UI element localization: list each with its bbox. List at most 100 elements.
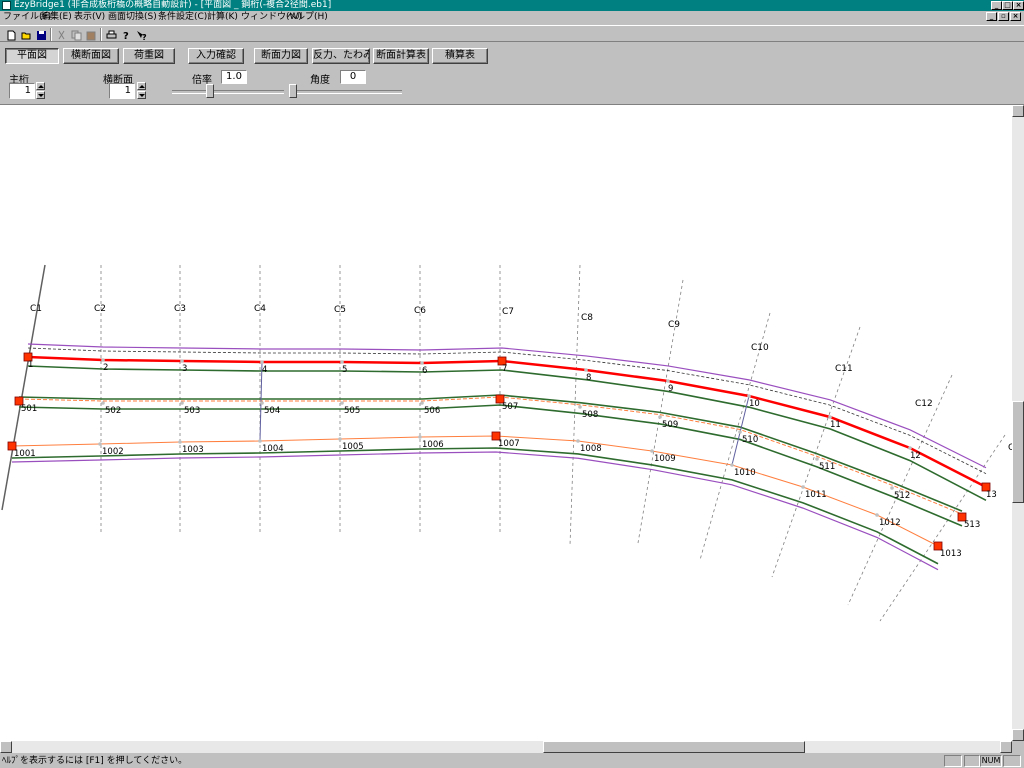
plan-drawing[interactable]: C1 C2 C3 C4 C5 C6 C7C8C9C10C11C12C1 2 3 4 5 6 789101… <box>0 105 1012 741</box>
node-label: 512 <box>894 491 910 501</box>
mdi-close-button[interactable]: × <box>1010 12 1021 21</box>
control-bar: 主桁 1 横断面 1 倍率 1.0 角度 0 <box>0 67 1024 104</box>
copy-icon[interactable] <box>69 28 83 41</box>
node-point[interactable] <box>420 361 424 365</box>
node-label: 1001 <box>14 449 36 459</box>
node-label: 7 <box>502 364 507 374</box>
app-icon <box>2 1 11 10</box>
node-point[interactable] <box>260 401 264 405</box>
menu-conditions[interactable]: 条件設定(C) <box>158 11 207 24</box>
node-label: 1010 <box>734 468 756 478</box>
node-label: 8 <box>586 373 591 383</box>
scale-slider-track[interactable] <box>172 90 284 94</box>
node-point[interactable] <box>747 394 751 398</box>
node-point[interactable] <box>908 446 912 450</box>
node-point[interactable] <box>576 439 580 443</box>
vertical-scrollbar[interactable] <box>1012 105 1024 741</box>
open-icon[interactable] <box>19 28 33 41</box>
cross-section-spin-up[interactable] <box>137 82 146 90</box>
scroll-down-button[interactable] <box>1012 729 1024 741</box>
angle-slider-track[interactable] <box>290 90 402 94</box>
deck-edge-bottom <box>11 451 939 571</box>
view-button-section-calc[interactable]: 断面計算表 <box>373 48 429 64</box>
new-icon[interactable] <box>4 28 18 41</box>
view-button-estimate[interactable]: 積算表 <box>432 48 488 64</box>
cross-section-spin-down[interactable] <box>137 91 146 99</box>
node-point[interactable] <box>340 401 344 405</box>
node-point[interactable] <box>658 415 662 419</box>
node-point[interactable] <box>101 401 105 405</box>
node-point[interactable] <box>98 442 102 446</box>
node-point[interactable] <box>180 401 184 405</box>
node-point[interactable] <box>650 449 654 453</box>
node-point[interactable] <box>258 439 262 443</box>
cross-section-input[interactable]: 1 <box>109 83 135 99</box>
context-help-icon[interactable]: ? <box>134 28 148 41</box>
window-title: EzyBridge1 (非合成板桁橋の概略自動設計) - [平面図 _ 鋼桁(-… <box>14 0 332 10</box>
view-button-input-check[interactable]: 入力確認 <box>188 48 244 64</box>
node-point[interactable] <box>801 485 805 489</box>
node-point[interactable] <box>828 415 832 419</box>
node-point[interactable] <box>180 359 184 363</box>
node-point[interactable] <box>418 435 422 439</box>
node-point[interactable] <box>738 430 742 434</box>
main-girder-spin-up[interactable] <box>36 82 45 90</box>
title-bar: EzyBridge1 (非合成板桁橋の概略自動設計) - [平面図 _ 鋼桁(-… <box>0 0 1024 11</box>
mdi-minimize-button[interactable]: _ <box>986 12 997 21</box>
view-button-reaction[interactable]: 反力、たわみ <box>312 48 370 64</box>
scroll-left-button[interactable] <box>0 741 12 753</box>
node-point[interactable] <box>875 513 879 517</box>
paste-icon[interactable] <box>84 28 98 41</box>
scale-slider-thumb[interactable] <box>206 84 214 98</box>
close-button[interactable]: × <box>1013 1 1024 10</box>
menu-calculate[interactable]: 計算(K) <box>207 11 238 24</box>
horizontal-scrollbar[interactable] <box>0 741 1012 753</box>
node-label: 1012 <box>879 518 901 528</box>
cross-beam-label: C6 <box>414 306 426 316</box>
node-label: 504 <box>264 406 280 416</box>
node-label: 4 <box>262 365 267 375</box>
minimize-button[interactable]: _ <box>991 1 1002 10</box>
plan-view-canvas[interactable]: C1 C2 C3 C4 C5 C6 C7 C8 C9 C10 C11 C12 C 1 2 3 4 5 6 7 8 9 10 1… <box>0 105 1012 741</box>
view-button-section-force[interactable]: 断面力図 <box>254 48 308 64</box>
node-point[interactable] <box>178 440 182 444</box>
view-button-plan[interactable]: 平面図 <box>5 48 59 64</box>
support-line <box>1 264 46 511</box>
node-point[interactable] <box>260 360 264 364</box>
girder-1-flange <box>27 365 987 502</box>
node-point[interactable] <box>578 405 582 409</box>
scroll-up-button[interactable] <box>1012 105 1024 117</box>
node-point[interactable] <box>815 457 819 461</box>
menu-help[interactable]: ヘルプ(H) <box>287 11 328 24</box>
menu-screen-switch[interactable]: 画面切換(S) <box>108 11 157 24</box>
node-point[interactable] <box>584 368 588 372</box>
maximize-button[interactable]: □ <box>1002 1 1013 10</box>
toolbar: ? ? <box>0 25 1024 42</box>
main-girder-spin-down[interactable] <box>36 91 45 99</box>
view-button-cross-section[interactable]: 横断面図 <box>63 48 119 64</box>
node-point[interactable] <box>890 486 894 490</box>
print-icon[interactable] <box>104 28 118 41</box>
node-label: 503 <box>184 406 200 416</box>
node-point[interactable] <box>420 401 424 405</box>
mdi-restore-button[interactable]: ▫ <box>998 12 1009 21</box>
cut-icon[interactable] <box>54 28 68 41</box>
node-label: 1005 <box>342 442 364 452</box>
save-icon[interactable] <box>34 28 48 41</box>
horizontal-scroll-thumb[interactable] <box>543 741 805 753</box>
node-point[interactable] <box>101 358 105 362</box>
view-button-load[interactable]: 荷重図 <box>123 48 175 64</box>
vertical-scroll-thumb[interactable] <box>1012 401 1024 503</box>
menu-view[interactable]: 表示(V) <box>74 11 105 24</box>
node-label: 1013 <box>940 549 962 559</box>
scroll-right-button[interactable] <box>1000 741 1012 753</box>
node-label: 511 <box>819 462 835 472</box>
angle-slider-thumb[interactable] <box>289 84 297 98</box>
node-point[interactable] <box>666 379 670 383</box>
main-girder-input[interactable]: 1 <box>9 83 35 99</box>
node-point[interactable] <box>730 463 734 467</box>
node-point[interactable] <box>338 437 342 441</box>
help-icon[interactable]: ? <box>119 28 133 41</box>
node-point[interactable] <box>340 360 344 364</box>
menu-edit[interactable]: 編集(E) <box>41 11 72 24</box>
